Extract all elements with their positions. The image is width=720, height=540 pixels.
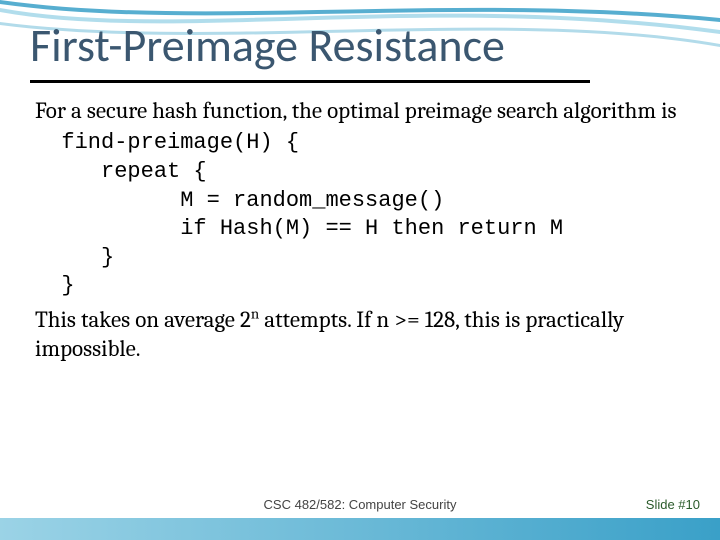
code-line: M = random_message() <box>61 188 444 213</box>
code-line: find-preimage(H) { <box>61 130 299 155</box>
slide: First-Preimage Resistance For a secure h… <box>0 0 720 540</box>
title-underline <box>30 80 590 83</box>
slide-title: First-Preimage Resistance <box>30 18 505 74</box>
code-line: } <box>61 273 74 298</box>
code-line: if Hash(M) == H then return M <box>61 216 563 241</box>
slide-body: For a secure hash function, the optimal … <box>35 96 685 366</box>
code-line: } <box>61 245 114 270</box>
footer-slide-number: Slide #10 <box>646 497 700 512</box>
intro-text: For a secure hash function, the optimal … <box>35 96 685 125</box>
conclusion-text: This takes on average 2n attempts. If n … <box>35 305 685 364</box>
code-block: find-preimage(H) { repeat { M = random_m… <box>35 129 685 301</box>
code-line: repeat { <box>61 159 206 184</box>
conclusion-part-a: This takes on average 2 <box>35 306 251 333</box>
exponent: n <box>251 305 259 322</box>
wave-decoration-bottom <box>0 518 720 540</box>
footer-course: CSC 482/582: Computer Security <box>0 497 720 512</box>
